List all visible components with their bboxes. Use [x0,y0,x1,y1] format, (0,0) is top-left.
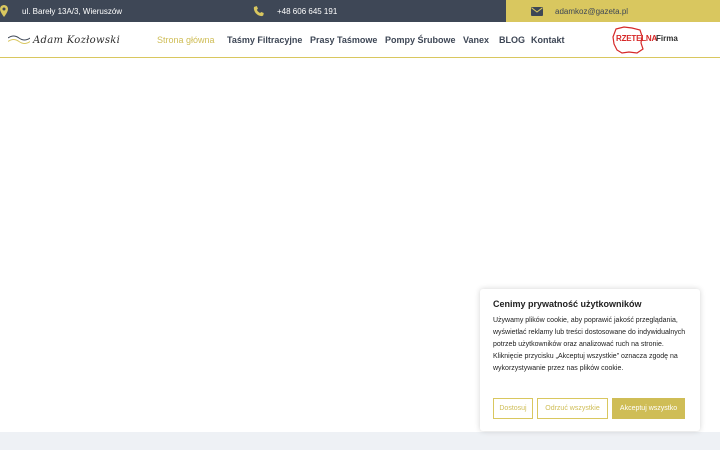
address-text: ul. Bareły 13A/3, Wieruszów [22,6,123,16]
map-pin-icon [0,5,8,17]
email-info[interactable]: adamkoz@gazeta.pl [506,0,720,22]
nav-item-contact[interactable]: Kontakt [531,22,565,58]
mail-icon [531,6,543,16]
badge-red-text: RZETELNA [616,34,658,43]
phone-icon [253,5,264,16]
email-text[interactable]: adamkoz@gazeta.pl [555,7,628,16]
page: ul. Bareły 13A/3, Wieruszów +48 606 645 … [0,0,720,450]
nav-item-screw-pumps[interactable]: Pompy Śrubowe [385,22,456,58]
cookie-text: Używamy plików cookie, aby poprawić jako… [493,317,686,372]
accept-all-button[interactable]: Akceptuj wszystko [612,398,685,419]
nav-item-vanex[interactable]: Vanex [463,22,489,58]
phone-info[interactable]: +48 606 645 191 [253,0,337,22]
footer-strip [0,432,720,450]
site-header: Adam Kozłowski Strona główna Taśmy Filtr… [0,22,720,58]
top-info-bar: ul. Bareły 13A/3, Wieruszów +48 606 645 … [0,0,720,22]
nav-item-blog[interactable]: BLOG [499,22,525,58]
address-info: ul. Bareły 13A/3, Wieruszów [0,0,122,22]
customize-button[interactable]: Dostosuj [493,398,533,419]
phone-text[interactable]: +48 606 645 191 [277,7,337,16]
reject-all-button[interactable]: Odrzuć wszystkie [537,398,608,419]
badge-dark-text: Firma [656,34,678,43]
cookie-buttons: Dostosuj Odrzuć wszystkie Akceptuj wszys… [493,398,685,419]
nav-item-filter-belts[interactable]: Taśmy Filtracyjne [227,22,302,58]
reliable-company-badge[interactable]: RZETELNA Firma [610,25,682,55]
nav-item-home[interactable]: Strona główna [157,22,215,58]
nav-item-belt-presses[interactable]: Prasy Taśmowe [310,22,377,58]
cookie-title: Cenimy prywatność użytkowników [493,299,642,309]
cookie-consent-banner: Cenimy prywatność użytkowników Używamy p… [480,289,700,431]
